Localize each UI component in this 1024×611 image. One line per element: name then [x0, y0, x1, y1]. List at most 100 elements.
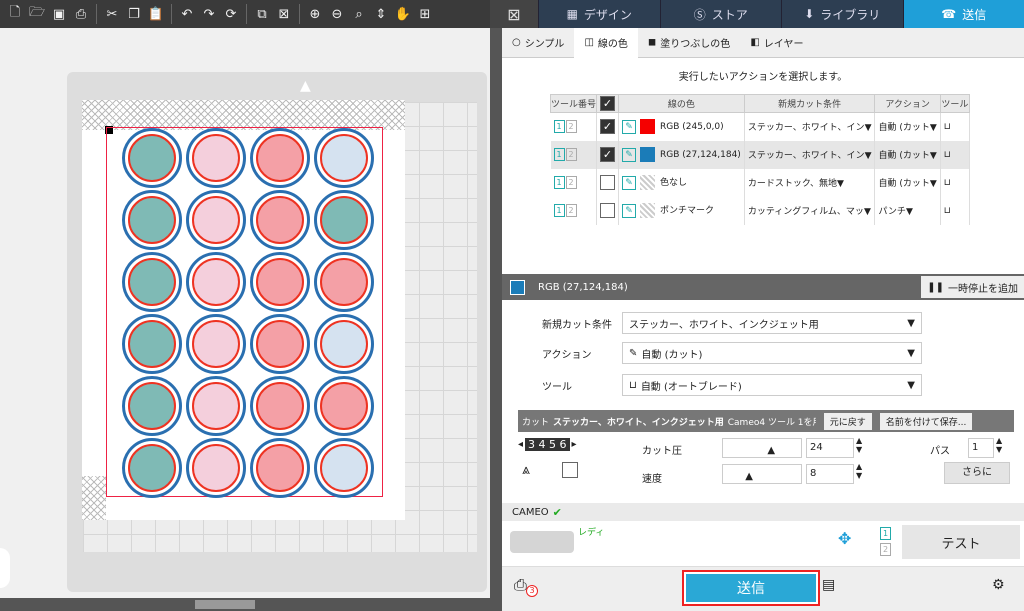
row-checkbox[interactable] [600, 203, 615, 218]
pen-icon[interactable]: ✎ [622, 203, 636, 218]
print-icon[interactable]: ⎙ [70, 3, 92, 25]
sticker-circle[interactable] [186, 190, 246, 250]
table-row[interactable]: 1 2 ✓ ✎ RGB (27,124,184) ステッカー、ホワイト、イン▼ 自動 (カッ… [550, 140, 971, 169]
ungroup-icon[interactable]: ⊠ [273, 3, 295, 25]
gear-icon[interactable]: ⚙ [992, 577, 1005, 593]
pen-icon[interactable]: ✎ [622, 147, 636, 162]
redo-icon[interactable]: ↷ [198, 3, 220, 25]
save-as-button[interactable]: 名前を付けて保存... [879, 412, 973, 430]
speed-input[interactable]: 8 [806, 464, 854, 484]
design-mode-icon[interactable]: ⊠ [490, 0, 538, 28]
tool-number-cell[interactable]: 12 [550, 112, 597, 141]
table-row[interactable]: 1 2 ✎ 色なし カードストック、無地▼ 自動 (カット▼ ⊔ [550, 168, 971, 197]
tool-number-cell[interactable]: 12 [550, 168, 597, 197]
group-icon[interactable]: ⧉ [251, 3, 273, 25]
tool-1-icon[interactable]: 1 [553, 176, 565, 189]
copy-icon[interactable]: ❐ [123, 3, 145, 25]
sticker-circle[interactable] [314, 190, 374, 250]
header-check-all[interactable]: ✓ [596, 94, 619, 113]
sticker-circle[interactable] [250, 376, 310, 436]
print-cut-icon[interactable]: ⎙ [514, 575, 527, 595]
subtab-layer[interactable]: ◧ レイヤー [740, 28, 813, 58]
tab-send[interactable]: ☎ 送信 [902, 0, 1024, 28]
sticker-circle[interactable] [250, 190, 310, 250]
tool-1-icon[interactable]: 1 [553, 148, 565, 161]
table-row[interactable]: 1 2 ✓ ✎ RGB (245,0,0) ステッカー、ホワイト、イン▼ 自動 (カット▼ ⊔ [550, 112, 971, 141]
action-cell[interactable]: 自動 (カット▼ [874, 168, 941, 197]
check-cell[interactable] [596, 196, 619, 225]
move-arrows-icon[interactable]: ✥ [838, 529, 851, 548]
zoom-out-icon[interactable]: ⊖ [326, 3, 348, 25]
undo-icon[interactable]: ↶ [176, 3, 198, 25]
sticker-circle[interactable] [186, 438, 246, 498]
sticker-circle[interactable] [250, 128, 310, 188]
sticker-circle[interactable] [122, 190, 182, 250]
passes-input[interactable]: 1 [968, 438, 994, 458]
action-select[interactable]: ✎ 自動 (カット) ▼ [622, 342, 922, 364]
action-cell[interactable]: パンチ▼ [874, 196, 941, 225]
sticker-circle[interactable] [314, 128, 374, 188]
sticker-circle[interactable] [122, 376, 182, 436]
row-checkbox[interactable]: ✓ [600, 147, 615, 162]
blank-checkbox[interactable] [562, 462, 578, 478]
check-cell[interactable] [596, 168, 619, 197]
check-all-icon[interactable]: ✓ [600, 96, 615, 111]
check-cell[interactable]: ✓ [596, 140, 619, 169]
condition-select[interactable]: ステッカー、ホワイト、インクジェット用 ▼ [622, 312, 922, 334]
tool-number-cell[interactable]: 12 [550, 140, 597, 169]
sticker-circle[interactable] [314, 438, 374, 498]
force-stepper-icon[interactable]: ▲ ▼ [856, 436, 862, 454]
tool-1-icon[interactable]: 1 [553, 120, 565, 134]
blade-depth-control[interactable]: ◂ 3 4 5 6 ▸ [518, 438, 577, 451]
subtab-simple[interactable]: ○ シンプル [502, 28, 574, 58]
sticker-circle[interactable] [186, 314, 246, 374]
scroll-thumb[interactable] [195, 600, 255, 609]
table-row[interactable]: 1 2 ✎ ポンチマーク カッティングフィルム、マッ▼ パンチ▼ ⊔ [550, 196, 971, 225]
zoom-in-icon[interactable]: ⊕ [304, 3, 326, 25]
zoom-fit-icon[interactable]: ⌕ [348, 3, 370, 25]
tool-2-icon[interactable]: 2 [565, 204, 577, 217]
tab-library[interactable]: ⬇ ライブラリ [781, 0, 903, 28]
tool-number-cell[interactable]: 12 [550, 196, 597, 225]
condition-cell[interactable]: ステッカー、ホワイト、イン▼ [744, 112, 876, 141]
tool-2-icon[interactable]: 2 [565, 148, 577, 161]
condition-cell[interactable]: カードストック、無地▼ [744, 168, 876, 197]
speed-slider[interactable]: ▲ [722, 464, 802, 484]
tool-2-icon[interactable]: 2 [565, 120, 577, 134]
condition-cell[interactable]: カッティングフィルム、マッ▼ [744, 196, 876, 225]
sticker-circle[interactable] [122, 128, 182, 188]
action-cell[interactable]: 自動 (カット▼ [874, 140, 941, 169]
tab-design[interactable]: ▦ デザイン [538, 0, 660, 28]
expand-panel-button[interactable] [0, 548, 10, 588]
send-button[interactable]: 送信 [682, 570, 820, 606]
refresh-icon[interactable]: ⟳ [220, 3, 242, 25]
speed-slider-knob[interactable]: ▲ [745, 471, 753, 482]
vertical-scrollbar[interactable] [490, 28, 502, 611]
tab-store[interactable]: Ⓢ ストア [659, 0, 782, 28]
force-slider[interactable]: ▲ [722, 438, 802, 458]
sticker-circle[interactable] [122, 438, 182, 498]
reset-button[interactable]: 元に戻す [823, 412, 872, 430]
pen-icon[interactable]: ✎ [622, 175, 636, 190]
tool-select[interactable]: ⊔ 自動 (オートブレード) ▼ [622, 374, 922, 396]
subtab-fill-color[interactable]: ◼ 塗りつぶしの色 [638, 28, 740, 58]
tool-1-icon[interactable]: 1 [553, 204, 565, 217]
force-slider-knob[interactable]: ▲ [767, 445, 775, 456]
row-checkbox[interactable]: ✓ [600, 119, 615, 135]
row-checkbox[interactable] [600, 175, 615, 190]
condition-cell[interactable]: ステッカー、ホワイト、イン▼ [744, 140, 876, 169]
sticker-circle[interactable] [250, 438, 310, 498]
tool-2-icon[interactable]: 2 [880, 543, 891, 556]
sticker-circle[interactable] [250, 252, 310, 312]
sticker-circle[interactable] [186, 128, 246, 188]
save-icon[interactable]: ▣ [48, 3, 70, 25]
horizontal-scrollbar[interactable] [0, 598, 490, 611]
subtab-line-color[interactable]: ◫ 線の色 [574, 27, 638, 58]
sticker-circle[interactable] [122, 314, 182, 374]
queue-icon[interactable]: ▤ [822, 577, 835, 593]
sticker-circle[interactable] [314, 314, 374, 374]
more-button[interactable]: さらに [944, 462, 1010, 484]
action-cell[interactable]: 自動 (カット▼ [874, 112, 941, 141]
tool-2-icon[interactable]: 2 [565, 176, 577, 189]
check-cell[interactable]: ✓ [596, 112, 619, 141]
